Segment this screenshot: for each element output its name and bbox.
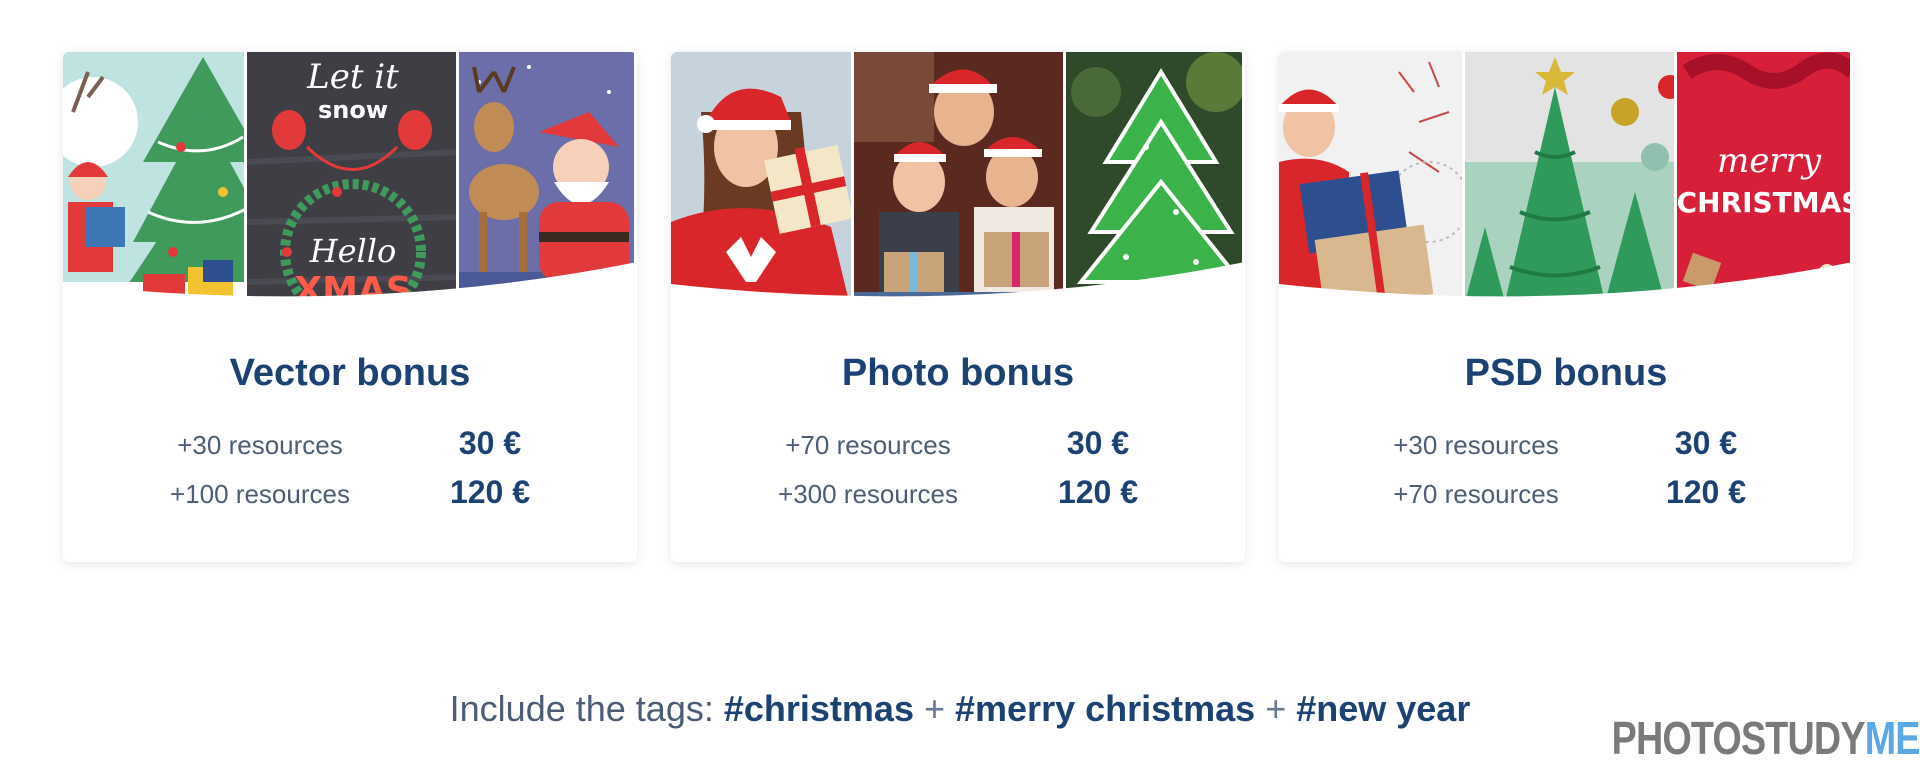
price-value: 120 € — [1665, 474, 1747, 510]
tags-prefix: Include the tags: — [449, 688, 714, 729]
price-row[interactable]: +300 resources 120 € — [738, 474, 1178, 523]
photostudyme-logo: PHOTOSTUDYME — [1612, 711, 1920, 765]
svg-text:Let it: Let it — [306, 57, 399, 97]
resources-label: +30 resources — [177, 430, 343, 460]
resources-label: +70 resources — [785, 430, 951, 460]
price-value: 120 € — [449, 474, 531, 510]
photo-collage — [671, 52, 1245, 322]
vector-bonus-card[interactable]: Let it snow Hello XMAS Vector bonus +30 … — [63, 52, 637, 562]
logo-text-part1: PHOTOSTUDY — [1611, 712, 1866, 764]
card-title: PSD bonus — [1464, 352, 1668, 394]
plus-separator: + — [1265, 688, 1287, 729]
svg-text:CHRISTMAS: CHRISTMAS — [1677, 186, 1853, 219]
price-table: +30 resources 30 € +100 resources 120 € — [130, 425, 570, 523]
bonus-cards: Let it snow Hello XMAS Vector bonus +30 … — [63, 52, 1853, 562]
price-value: 30 € — [1674, 425, 1738, 461]
vector-collage: Let it snow Hello XMAS — [63, 52, 637, 322]
svg-text:merry: merry — [1717, 141, 1822, 181]
tag-christmas[interactable]: #christmas — [724, 688, 914, 729]
svg-text:snow: snow — [318, 96, 388, 124]
psd-bonus-card[interactable]: merry CHRISTMAS PSD bonus +30 resources … — [1279, 52, 1853, 562]
resources-label: +300 resources — [778, 479, 958, 509]
collage-curve — [63, 262, 637, 322]
photo-bonus-card[interactable]: Photo bonus +70 resources 30 € +300 reso… — [671, 52, 1245, 562]
collage-curve — [671, 262, 1245, 322]
price-row[interactable]: +30 resources 30 € — [130, 425, 570, 474]
price-value: 30 € — [458, 425, 522, 461]
psd-collage: merry CHRISTMAS — [1279, 52, 1853, 322]
resources-label: +100 resources — [170, 479, 350, 509]
resources-label: +70 resources — [1393, 479, 1559, 509]
page: Let it snow Hello XMAS Vector bonus +30 … — [0, 0, 1920, 765]
collage-curve — [1279, 262, 1853, 322]
tag-merry-christmas[interactable]: #merry christmas — [955, 688, 1255, 729]
price-table: +30 resources 30 € +70 resources 120 € — [1346, 425, 1786, 523]
price-row[interactable]: +30 resources 30 € — [1346, 425, 1786, 474]
logo-text-part2: ME — [1865, 712, 1920, 764]
price-row[interactable]: +100 resources 120 € — [130, 474, 570, 523]
price-value: 120 € — [1057, 474, 1139, 510]
resources-label: +30 resources — [1393, 430, 1559, 460]
price-row[interactable]: +70 resources 30 € — [738, 425, 1178, 474]
tag-new-year[interactable]: #new year — [1296, 688, 1470, 729]
card-title: Vector bonus — [229, 352, 471, 394]
card-title: Photo bonus — [841, 352, 1075, 394]
price-value: 30 € — [1066, 425, 1130, 461]
plus-separator: + — [923, 688, 945, 729]
price-row[interactable]: +70 resources 120 € — [1346, 474, 1786, 523]
price-table: +70 resources 30 € +300 resources 120 € — [738, 425, 1178, 523]
